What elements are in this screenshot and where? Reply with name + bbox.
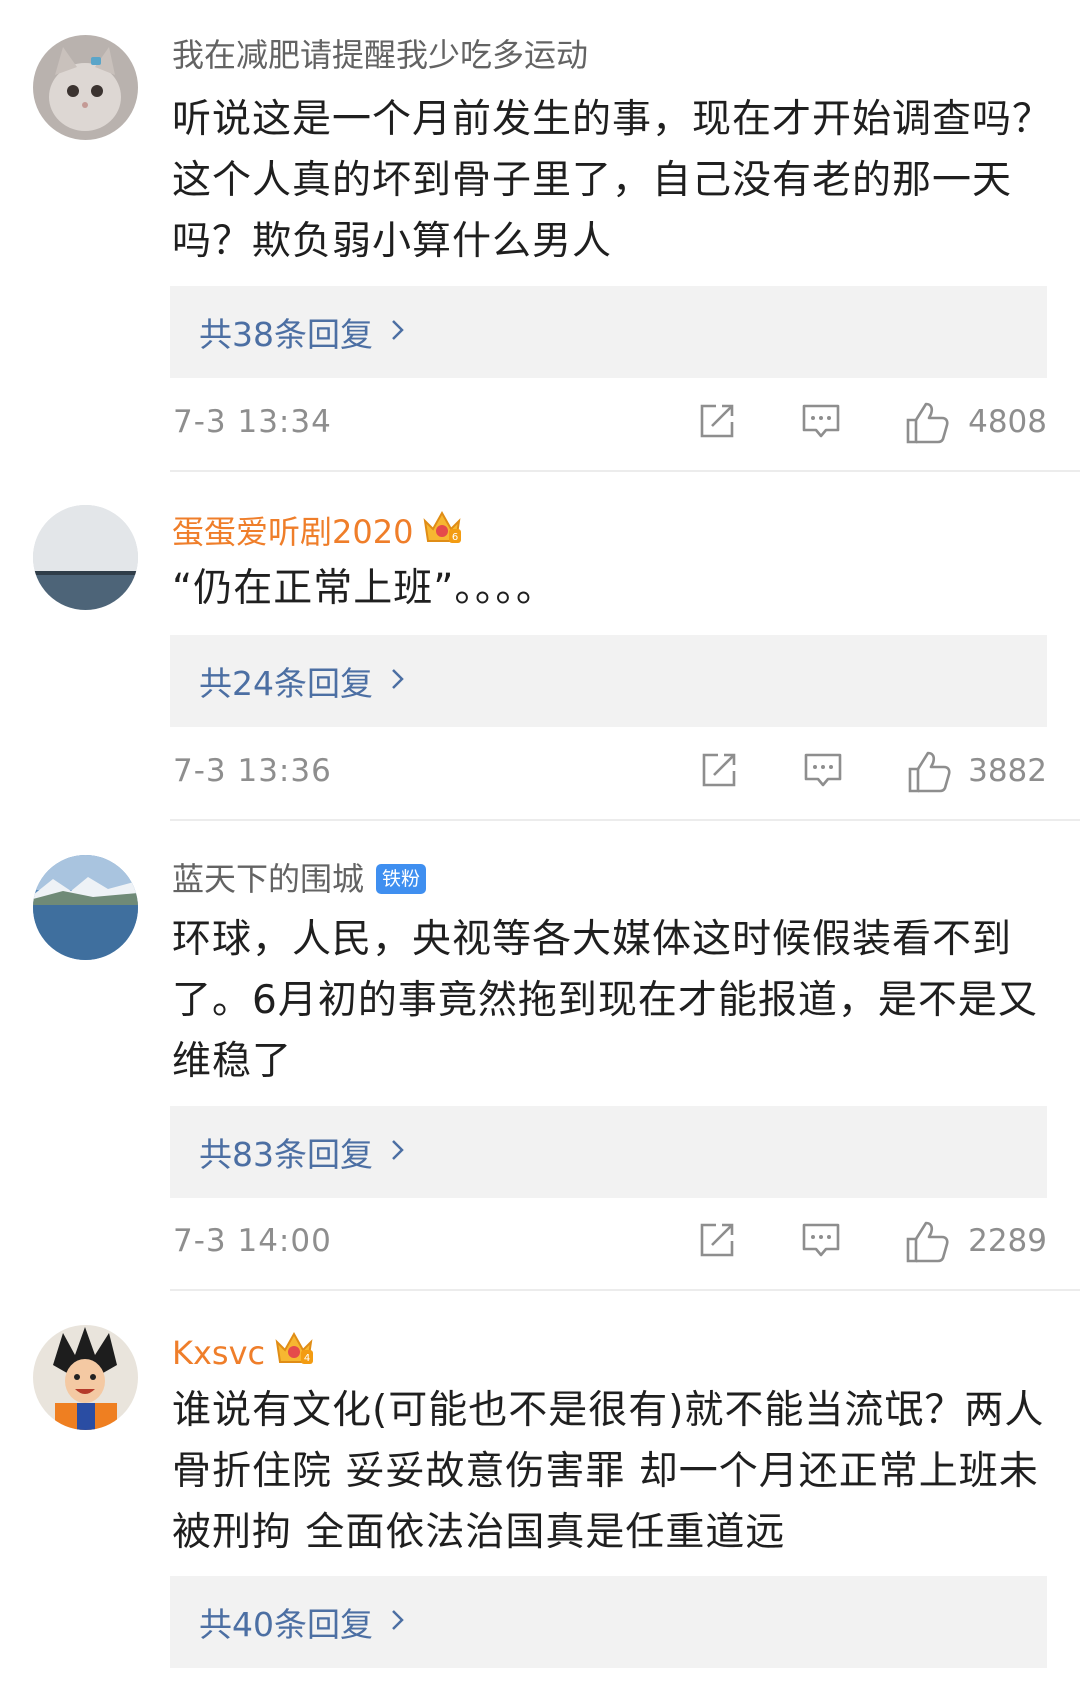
comment-meta: 7-3 14:00 2289	[170, 1219, 1047, 1269]
chevron-right-icon	[391, 1609, 405, 1635]
replies-link[interactable]: 共24条回复	[170, 635, 1047, 727]
username[interactable]: 蓝天下的围城 铁粉	[172, 859, 427, 899]
timestamp: 7-3 14:00	[173, 1223, 332, 1259]
comment-icon[interactable]	[800, 400, 842, 446]
timestamp: 7-3 13:36	[173, 753, 332, 789]
username[interactable]: 蛋蛋爱听剧2020 6	[172, 507, 463, 556]
username[interactable]: Kxsvc 4	[172, 1328, 315, 1377]
username-text: 蓝天下的围城	[172, 860, 365, 898]
crown-badge-icon: 4	[273, 1328, 315, 1377]
svg-text:6: 6	[452, 532, 458, 543]
thumbs-up-icon[interactable]	[904, 1219, 950, 1269]
like-count: 2289	[968, 1223, 1047, 1259]
comment-text: 谁说有文化(可能也不是很有)就不能当流氓？两人骨折住院 妥妥故意伤害罪 却一个月…	[172, 1388, 1045, 1555]
avatar[interactable]	[33, 1325, 138, 1430]
thumbs-up-icon[interactable]	[904, 400, 950, 450]
like-count: 3882	[968, 753, 1047, 789]
replies-link[interactable]: 共83条回复	[170, 1106, 1047, 1198]
replies-link[interactable]: 共38条回复	[170, 286, 1047, 378]
divider	[170, 470, 1080, 472]
chevron-right-icon	[391, 319, 405, 345]
comment-meta: 7-3 13:36 3882	[170, 749, 1047, 799]
avatar[interactable]	[33, 505, 138, 610]
replies-count: 共38条回复	[199, 315, 373, 354]
avatar[interactable]	[33, 855, 138, 960]
replies-count: 共40条回复	[199, 1605, 373, 1644]
comment-icon[interactable]	[800, 1219, 842, 1265]
username-text: 蛋蛋爱听剧2020	[172, 512, 414, 551]
comment-text: “仍在正常上班”。。。。	[172, 566, 556, 611]
divider	[170, 1289, 1080, 1291]
share-icon[interactable]	[696, 400, 738, 446]
divider	[170, 819, 1080, 821]
username-text: 我在减肥请提醒我少吃多运动	[172, 36, 589, 74]
username[interactable]: 我在减肥请提醒我少吃多运动	[172, 35, 588, 75]
chevron-right-icon	[391, 1139, 405, 1165]
like-count: 4808	[968, 404, 1047, 440]
chevron-right-icon	[391, 668, 405, 694]
replies-count: 共83条回复	[199, 1135, 373, 1174]
comment-text: 听说这是一个月前发生的事，现在才开始调查吗？这个人真的坏到骨子里了，自己没有老的…	[172, 97, 1053, 264]
username-text: Kxsvc	[172, 1333, 266, 1372]
thumbs-up-icon[interactable]	[906, 749, 952, 799]
replies-link[interactable]: 共40条回复	[170, 1576, 1047, 1668]
timestamp: 7-3 13:34	[173, 404, 332, 440]
svg-text:4: 4	[304, 1353, 310, 1364]
comment-meta: 7-3 13:34 4808	[170, 400, 1047, 450]
comment-icon[interactable]	[802, 749, 844, 795]
fan-badge: 铁粉	[376, 864, 427, 894]
share-icon[interactable]	[696, 1219, 738, 1265]
share-icon[interactable]	[698, 749, 740, 795]
avatar[interactable]	[33, 35, 138, 140]
comment-text: 环球，人民，央视等各大媒体这时候假装看不到了。6月初的事竟然拖到现在才能报道，是…	[172, 917, 1038, 1084]
replies-count: 共24条回复	[199, 664, 373, 703]
crown-badge-icon: 6	[421, 507, 463, 556]
